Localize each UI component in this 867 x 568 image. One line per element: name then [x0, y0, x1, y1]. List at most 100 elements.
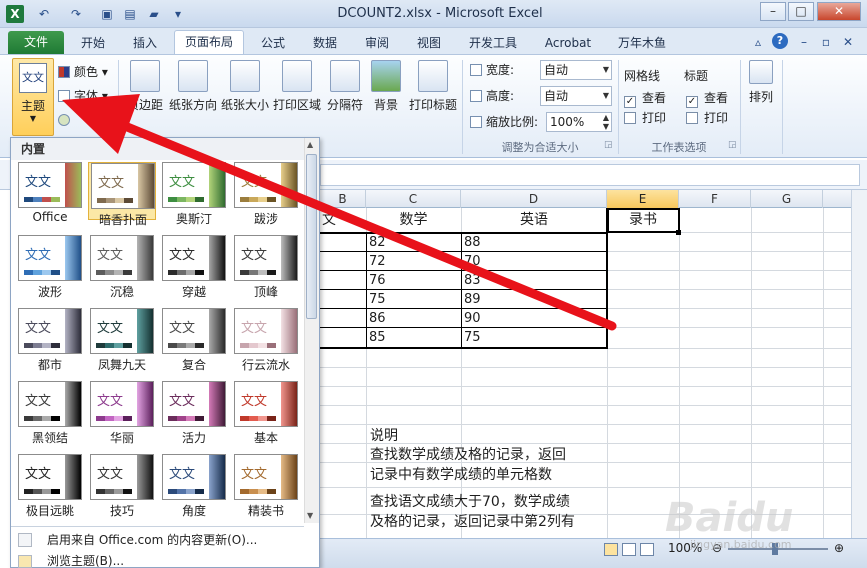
theme-item[interactable]: 文文 复合	[160, 308, 228, 372]
column-header-g[interactable]: G	[751, 190, 823, 208]
cell-c-header[interactable]: 数学	[366, 211, 461, 229]
tab-acrobat[interactable]: Acrobat	[536, 34, 600, 54]
maximize-button[interactable]: □	[788, 2, 814, 21]
theme-item[interactable]: 文文 凤舞九天	[88, 308, 156, 372]
theme-colors-button[interactable]: 颜色 ▾	[58, 62, 108, 82]
save-icon[interactable]: ▣	[99, 6, 115, 22]
scale-spinner[interactable]: 100% ▲ ▼	[546, 112, 612, 132]
theme-item[interactable]: 文文 基本	[232, 381, 300, 445]
table-cell[interactable]: 90	[464, 310, 481, 328]
theme-item[interactable]: 文文 沉稳	[88, 235, 156, 299]
table-cell[interactable]: 89	[464, 291, 481, 309]
table-cell[interactable]: 82	[369, 234, 386, 252]
tab-page-layout[interactable]: 页面布局	[174, 30, 244, 55]
width-dropdown[interactable]: 自动 ▼	[540, 60, 612, 80]
formula-input[interactable]	[320, 164, 860, 186]
background-button[interactable]: 背景	[368, 58, 404, 150]
theme-item[interactable]: 文文 行云流水	[232, 308, 300, 372]
theme-effects-button[interactable]	[58, 110, 74, 130]
undo-icon[interactable]: ↶	[36, 6, 52, 22]
excel-app-icon[interactable]: X	[6, 5, 24, 23]
headings-view-check[interactable]: ✓ 查看	[686, 88, 728, 108]
help-icon[interactable]: ?	[772, 33, 788, 49]
page-break-view-icon[interactable]	[640, 543, 654, 556]
doc-minimize-icon[interactable]: –	[796, 34, 812, 50]
tab-view[interactable]: 视图	[406, 34, 452, 54]
worksheet-grid[interactable]	[320, 208, 867, 538]
theme-item[interactable]: 文文 技巧	[88, 454, 156, 518]
dialog-launcher-icon[interactable]: ◲	[604, 140, 613, 150]
tab-file[interactable]: 文件	[8, 31, 64, 54]
browse-themes-item[interactable]: 浏览主题(B)...	[11, 552, 309, 568]
column-header-c[interactable]: C	[366, 190, 461, 208]
checkbox-icon[interactable]	[624, 112, 636, 124]
tab-formulas[interactable]: 公式	[250, 34, 296, 54]
minimize-ribbon-icon[interactable]: ▵	[750, 34, 766, 50]
height-dropdown[interactable]: 自动 ▼	[540, 86, 612, 106]
open-folder-icon[interactable]: ▰	[146, 6, 162, 22]
scroll-down-icon[interactable]: ▼	[307, 511, 313, 520]
tab-insert[interactable]: 插入	[122, 34, 168, 54]
note-line[interactable]: 查找语文成绩大于70，数学成绩	[370, 493, 570, 511]
cell-d-header[interactable]: 英语	[461, 211, 607, 229]
theme-item[interactable]: 文文 穿越	[160, 235, 228, 299]
print-titles-button[interactable]: 打印标题	[408, 58, 458, 150]
zoom-in-icon[interactable]: ⊕	[834, 541, 844, 555]
cell-b-header[interactable]: 文	[320, 211, 338, 229]
checkbox-checked-icon[interactable]: ✓	[624, 96, 636, 108]
customize-qat-icon[interactable]: ▾	[170, 6, 186, 22]
theme-item[interactable]: 文文 精装书	[232, 454, 300, 518]
sheet-vertical-scrollbar[interactable]	[851, 190, 867, 538]
theme-item[interactable]: 文文 跋涉	[232, 162, 300, 226]
tab-review[interactable]: 审阅	[354, 34, 400, 54]
fill-handle[interactable]	[676, 230, 681, 235]
print-preview-icon[interactable]: ▤	[122, 6, 138, 22]
note-title[interactable]: 说明	[370, 427, 398, 445]
normal-view-icon[interactable]	[604, 543, 618, 556]
page-layout-view-icon[interactable]	[622, 543, 636, 556]
note-line[interactable]: 记录中有数学成绩的单元格数	[370, 466, 552, 484]
enable-office-updates-item[interactable]: 启用来自 Office.com 的内容更新(O)...	[11, 529, 309, 551]
tab-custom[interactable]: 万年木鱼	[606, 34, 678, 54]
table-cell[interactable]: 70	[464, 253, 481, 271]
tab-developer[interactable]: 开发工具	[458, 34, 528, 54]
doc-close-icon[interactable]: ✕	[840, 34, 856, 50]
theme-item[interactable]: 文文 暗香扑面	[88, 162, 156, 227]
theme-item[interactable]: 文文 顶峰	[232, 235, 300, 299]
breaks-button[interactable]: 分隔符	[324, 58, 366, 150]
dialog-launcher-icon[interactable]: ◲	[728, 140, 737, 150]
theme-item[interactable]: 文文 角度	[160, 454, 228, 518]
headings-print-check[interactable]: 打印	[686, 108, 728, 128]
note-line[interactable]: 查找数学成绩及格的记录，返回	[370, 446, 566, 464]
scroll-up-icon[interactable]: ▲	[307, 140, 313, 149]
column-header-d[interactable]: D	[461, 190, 607, 208]
table-cell[interactable]: 85	[369, 329, 386, 347]
doc-restore-icon[interactable]: ▫	[818, 34, 834, 50]
gallery-scroll-thumb[interactable]	[306, 154, 317, 319]
close-button[interactable]: ✕	[817, 2, 861, 21]
table-cell[interactable]: 88	[464, 234, 481, 252]
gridlines-view-check[interactable]: ✓ 查看	[624, 88, 666, 108]
theme-item[interactable]: 文文 奥斯汀	[160, 162, 228, 226]
column-header-f[interactable]: F	[679, 190, 751, 208]
redo-icon[interactable]: ↷	[68, 6, 84, 22]
note-line[interactable]: 及格的记录，返回记录中第2列有	[370, 513, 575, 531]
table-cell[interactable]: 75	[369, 291, 386, 309]
tab-data[interactable]: 数据	[302, 34, 348, 54]
table-cell[interactable]: 72	[369, 253, 386, 271]
theme-item[interactable]: 文文 华丽	[88, 381, 156, 445]
table-cell[interactable]: 86	[369, 310, 386, 328]
checkbox-checked-icon[interactable]: ✓	[686, 96, 698, 108]
theme-item[interactable]: 文文 活力	[160, 381, 228, 445]
theme-item[interactable]: 文文 都市	[16, 308, 84, 372]
spinner-arrows-icon[interactable]: ▲ ▼	[603, 113, 609, 131]
theme-item[interactable]: 文文 黑领结	[16, 381, 84, 445]
minimize-button[interactable]: –	[760, 2, 786, 21]
tab-home[interactable]: 开始	[70, 34, 116, 54]
theme-item[interactable]: 文文 极目远眺	[16, 454, 84, 518]
checkbox-icon[interactable]	[686, 112, 698, 124]
column-header-e[interactable]: E	[607, 190, 679, 208]
table-cell[interactable]: 76	[369, 272, 386, 290]
gridlines-print-check[interactable]: 打印	[624, 108, 666, 128]
column-header-b[interactable]: B	[320, 190, 366, 208]
